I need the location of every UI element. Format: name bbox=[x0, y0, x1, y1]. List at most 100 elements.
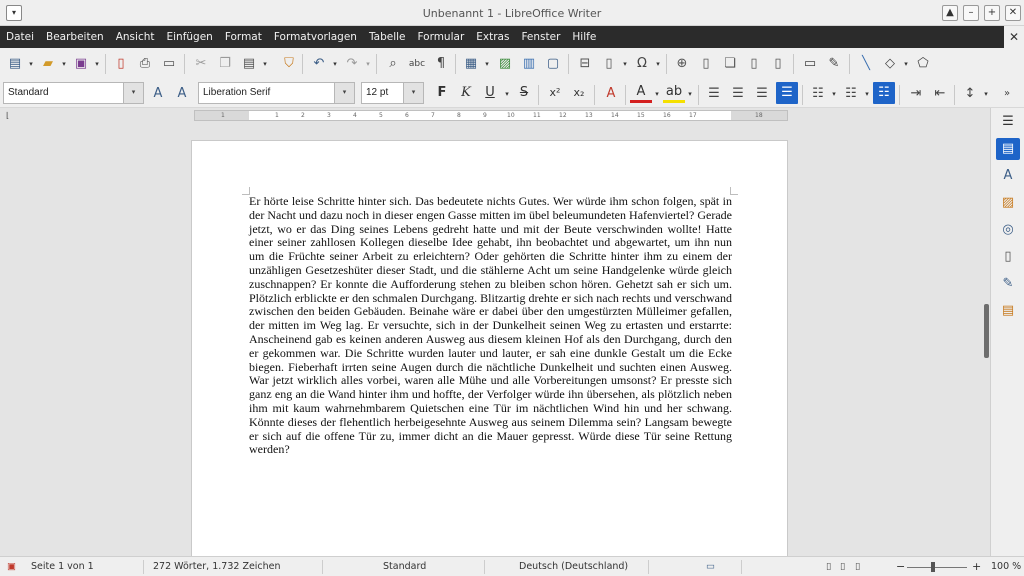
align-center-icon[interactable]: ☰ bbox=[727, 83, 749, 105]
menu-hilfe[interactable]: Hilfe bbox=[566, 26, 602, 48]
open-dropdown-icon[interactable]: ▾ bbox=[60, 53, 68, 75]
menu-einfuegen[interactable]: Einfügen bbox=[161, 26, 219, 48]
clear-formatting-icon[interactable]: A bbox=[600, 83, 622, 105]
toolbar-overflow-icon[interactable]: » bbox=[996, 83, 1018, 105]
document-body-text[interactable]: Er hörte leise Schritte hinter sich. Das… bbox=[249, 194, 732, 457]
multi-page-view-icon[interactable]: ▯ bbox=[840, 561, 845, 572]
single-page-view-icon[interactable]: ▯ bbox=[826, 561, 831, 572]
track-changes-icon[interactable]: ✎ bbox=[823, 53, 845, 75]
menu-formatvorlagen[interactable]: Formatvorlagen bbox=[268, 26, 363, 48]
maximize-button[interactable]: + bbox=[984, 5, 1000, 21]
subscript-button[interactable]: x₂ bbox=[568, 83, 590, 103]
special-character-dropdown-icon[interactable]: ▾ bbox=[654, 53, 662, 75]
align-left-icon[interactable]: ☰ bbox=[703, 83, 725, 105]
align-right-icon[interactable]: ☰ bbox=[751, 83, 773, 105]
numbered-list-icon[interactable]: ☷ bbox=[840, 83, 862, 105]
strikethrough-button[interactable]: S bbox=[513, 83, 535, 103]
font-color-dropdown-icon[interactable]: ▾ bbox=[653, 83, 661, 105]
export-pdf-icon[interactable]: ▯ bbox=[110, 53, 132, 75]
new-dropdown-icon[interactable]: ▾ bbox=[27, 53, 35, 75]
new-document-icon[interactable]: ▤ bbox=[4, 53, 26, 75]
paste-dropdown-icon[interactable]: ▾ bbox=[261, 53, 269, 75]
document-page[interactable]: Er hörte leise Schritte hinter sich. Das… bbox=[191, 140, 788, 556]
open-folder-icon[interactable]: ▰ bbox=[37, 53, 59, 75]
numbered-list-dropdown-icon[interactable]: ▾ bbox=[863, 83, 871, 105]
paste-icon[interactable]: ▤ bbox=[238, 53, 260, 75]
undo-icon[interactable]: ↶ bbox=[308, 53, 330, 75]
endnote-icon[interactable]: ❏ bbox=[719, 53, 741, 75]
highlight-color-icon[interactable]: ab bbox=[663, 83, 685, 103]
bold-button[interactable]: F bbox=[431, 83, 453, 103]
print-icon[interactable]: ⎙ bbox=[134, 53, 156, 75]
find-replace-icon[interactable]: ⌕ bbox=[382, 53, 404, 75]
zoom-level[interactable]: 100 % bbox=[991, 561, 1021, 572]
keep-above-button[interactable]: ▲ bbox=[942, 5, 958, 21]
new-style-icon[interactable]: A bbox=[171, 83, 193, 105]
hyperlink-icon[interactable]: ⊕ bbox=[671, 53, 693, 75]
chevron-down-icon[interactable]: ▾ bbox=[403, 83, 423, 103]
spellcheck-icon[interactable]: abc bbox=[406, 53, 428, 75]
cut-icon[interactable]: ✂ bbox=[190, 53, 212, 75]
justify-icon[interactable]: ☰ bbox=[776, 82, 798, 104]
zoom-slider-knob[interactable] bbox=[931, 562, 935, 572]
vertical-scrollbar[interactable] bbox=[980, 108, 990, 556]
formatting-marks-icon[interactable]: ¶ bbox=[430, 53, 452, 75]
insert-line-icon[interactable]: ╲ bbox=[855, 53, 877, 75]
comment-icon[interactable]: ▭ bbox=[799, 53, 821, 75]
bookmark-icon[interactable]: ▯ bbox=[743, 53, 765, 75]
scrollbar-thumb[interactable] bbox=[984, 304, 989, 358]
footnote-icon[interactable]: ▯ bbox=[695, 53, 717, 75]
menu-tabelle[interactable]: Tabelle bbox=[363, 26, 412, 48]
bullet-list-icon[interactable]: ☷ bbox=[807, 83, 829, 105]
insert-field-icon[interactable]: ▯ bbox=[598, 53, 620, 75]
shapes-dropdown-icon[interactable]: ▾ bbox=[902, 53, 910, 75]
line-spacing-icon[interactable]: ↕ bbox=[959, 83, 981, 105]
minimize-button[interactable]: – bbox=[963, 5, 979, 21]
language[interactable]: Deutsch (Deutschland) bbox=[519, 561, 628, 572]
style-inspector-icon[interactable]: ✎ bbox=[996, 273, 1020, 295]
sidebar-menu-icon[interactable]: ☰ bbox=[996, 111, 1020, 133]
styles-icon[interactable]: A bbox=[996, 165, 1020, 187]
insert-chart-icon[interactable]: ▥ bbox=[518, 53, 540, 75]
outline-list-icon[interactable]: ☷ bbox=[873, 82, 895, 104]
italic-button[interactable]: K bbox=[455, 83, 477, 103]
redo-dropdown-icon[interactable]: ▾ bbox=[364, 53, 372, 75]
save-icon[interactable]: ▣ bbox=[70, 53, 92, 75]
manage-changes-icon[interactable]: ▤ bbox=[996, 300, 1020, 322]
navigator-icon[interactable]: ◎ bbox=[996, 219, 1020, 241]
basic-shapes-icon[interactable]: ◇ bbox=[879, 53, 901, 75]
line-spacing-dropdown-icon[interactable]: ▾ bbox=[982, 83, 990, 105]
word-count[interactable]: 272 Wörter, 1.732 Zeichen bbox=[153, 561, 281, 572]
copy-icon[interactable]: ❐ bbox=[214, 53, 236, 75]
menu-formular[interactable]: Formular bbox=[411, 26, 470, 48]
menu-fenster[interactable]: Fenster bbox=[515, 26, 566, 48]
page-icon[interactable]: ▯ bbox=[996, 246, 1020, 268]
insert-mode-icon[interactable]: ▭ bbox=[706, 561, 715, 572]
table-dropdown-icon[interactable]: ▾ bbox=[483, 53, 491, 75]
gallery-icon[interactable]: ▨ bbox=[996, 192, 1020, 214]
horizontal-ruler[interactable]: 1 1 2 3 4 5 6 7 8 9 10 11 12 13 14 15 16… bbox=[194, 110, 788, 121]
font-color-icon[interactable]: A bbox=[630, 83, 652, 103]
page-style[interactable]: Standard bbox=[383, 561, 426, 572]
zoom-slider[interactable] bbox=[907, 567, 967, 568]
close-document-button[interactable]: ✕ bbox=[1004, 26, 1024, 48]
chevron-down-icon[interactable]: ▾ bbox=[123, 83, 143, 103]
menu-ansicht[interactable]: Ansicht bbox=[110, 26, 161, 48]
tab-stop-type-icon[interactable]: ⌊ bbox=[6, 111, 9, 120]
highlight-dropdown-icon[interactable]: ▾ bbox=[686, 83, 694, 105]
undo-dropdown-icon[interactable]: ▾ bbox=[331, 53, 339, 75]
page-break-icon[interactable]: ⊟ bbox=[574, 53, 596, 75]
font-size-combo[interactable]: 12 pt ▾ bbox=[361, 82, 424, 104]
menu-datei[interactable]: Datei bbox=[0, 26, 40, 48]
clone-formatting-icon[interactable]: ⛉ bbox=[278, 53, 300, 75]
menu-format[interactable]: Format bbox=[219, 26, 268, 48]
insert-image-icon[interactable]: ▨ bbox=[494, 53, 516, 75]
zoom-in-button[interactable]: + bbox=[972, 560, 981, 573]
page-count[interactable]: Seite 1 von 1 bbox=[31, 561, 94, 572]
decrease-indent-icon[interactable]: ⇤ bbox=[929, 83, 951, 105]
menu-bearbeiten[interactable]: Bearbeiten bbox=[40, 26, 110, 48]
book-view-icon[interactable]: ▯ bbox=[855, 561, 860, 572]
insert-textbox-icon[interactable]: ▢ bbox=[542, 53, 564, 75]
increase-indent-icon[interactable]: ⇥ bbox=[905, 83, 927, 105]
redo-icon[interactable]: ↷ bbox=[341, 53, 363, 75]
